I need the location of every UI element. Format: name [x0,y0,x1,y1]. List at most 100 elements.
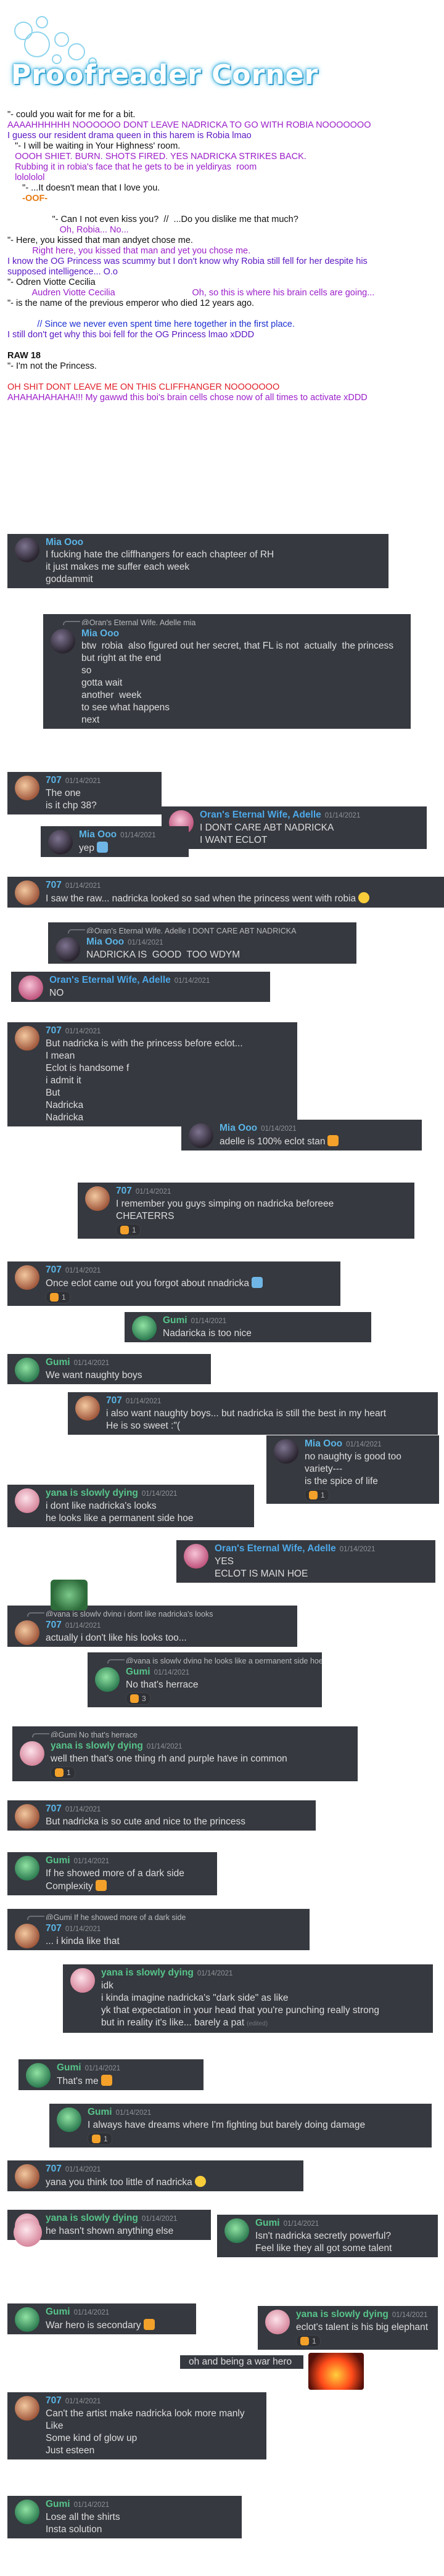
avatar[interactable] [15,1856,39,1881]
avatar[interactable] [15,1488,39,1513]
avatar[interactable] [265,2310,290,2334]
message-text: Insta solution [46,2524,102,2535]
username[interactable]: Gumi [46,2499,70,2509]
avatar[interactable] [15,776,39,800]
reaction-button[interactable]: 1 [116,1224,141,1236]
avatar[interactable] [189,1123,213,1148]
username[interactable]: 707 [116,1186,132,1196]
avatar[interactable] [15,1620,39,1645]
reaction-count: 3 [142,1694,146,1703]
note-line: AHAHAHAHAHA!!! My gawwd this boi's brain… [7,393,368,403]
avatar[interactable] [224,2218,249,2243]
username[interactable]: yana is slowly dying [101,1967,194,1978]
reaction-button[interactable]: 1 [46,1291,70,1303]
avatar[interactable] [15,1924,39,1948]
reaction-button[interactable]: 1 [305,1489,329,1501]
username[interactable]: 707 [46,1265,62,1275]
avatar[interactable] [15,2307,39,2332]
username[interactable]: 707 [46,2395,62,2406]
avatar[interactable] [75,1396,100,1421]
reaction-button[interactable]: 1 [51,1766,75,1779]
avatar[interactable] [274,1439,298,1464]
avatar[interactable] [18,975,43,1000]
username[interactable]: 707 [46,1025,62,1036]
username[interactable]: Oran's Eternal Wife, Adelle [49,975,171,985]
avatar[interactable] [57,2107,81,2132]
username[interactable]: Gumi [57,2062,81,2073]
username[interactable]: 707 [46,775,62,786]
username[interactable]: Gumi [126,1667,150,1677]
username[interactable]: yana is slowly dying [46,2213,138,2223]
fire-gif[interactable] [308,2353,364,2390]
avatar[interactable] [15,538,39,562]
avatar[interactable] [26,2063,51,2088]
chat-message: @Oran's Eternal Wife, Adelle mia Mia Ooo b… [43,614,411,729]
avatar[interactable] [184,1544,208,1569]
avatar[interactable] [15,2500,39,2524]
avatar[interactable] [48,830,73,855]
avatar[interactable] [20,1741,44,1766]
message-text: Nadaricka is too nice [163,1328,252,1339]
username[interactable]: Mia Ooo [86,937,124,947]
username[interactable]: Oran's Eternal Wife, Adelle [215,1543,336,1554]
avatar[interactable] [15,1358,39,1382]
reaction-button[interactable]: 3 [126,1692,150,1705]
avatar[interactable] [15,1804,39,1829]
note-line: "- is the name of the previous emperor w… [7,298,255,308]
avatar[interactable] [15,1026,39,1051]
avatar[interactable] [15,1265,39,1290]
username[interactable]: 707 [46,1803,62,1814]
emoji-icon [358,892,370,903]
avatar[interactable] [85,1186,110,1211]
username[interactable]: yana is slowly dying [51,1741,143,1751]
chat-message: 707 01/14/2021 The one is it chp 38? [7,772,162,814]
avatar[interactable] [15,2164,39,2189]
message-text: next [81,715,100,725]
sticker-image[interactable] [51,1580,88,1610]
chat-message: @Gumi If he showed more of a dark side 70… [7,1909,310,1950]
chat-message: Oran's Eternal Wife, Adelle 01/14/2021 NO [11,972,270,1002]
message-text: variety--- [305,1464,343,1474]
reply-preview[interactable]: @Gumi No that's herrace [12,1726,358,1737]
note-line: I know the OG Princess was scummy but I … [7,256,368,266]
username[interactable]: 707 [46,2164,62,2174]
reply-preview[interactable]: @Oran's Eternal Wife, Adelle mia [43,614,411,625]
username[interactable]: 707 [106,1395,122,1406]
reply-preview[interactable]: @yana is slowly dying he looks like a pe… [88,1652,322,1663]
reaction-button[interactable]: 1 [296,2335,321,2347]
username[interactable]: Oran's Eternal Wife, Adelle [200,810,321,820]
username[interactable]: Gumi [163,1315,187,1326]
timestamp: 01/14/2021 [141,1490,178,1498]
avatar[interactable] [15,880,39,905]
username[interactable]: Mia Ooo [305,1438,342,1449]
emoji-icon [194,2176,206,2187]
username[interactable]: 707 [46,1923,62,1934]
username[interactable]: Mia Ooo [79,829,117,840]
chat-message: 707 01/14/2021 i also want naughty boys...… [68,1392,438,1435]
avatar[interactable] [95,1667,120,1692]
avatar[interactable] [56,937,80,962]
reply-preview[interactable]: @Oran's Eternal Wife, Adelle I DONT CARE… [48,922,356,933]
username[interactable]: yana is slowly dying [46,1488,138,1498]
username[interactable]: Gumi [255,2218,280,2228]
avatar[interactable] [132,1316,157,1340]
reply-preview[interactable]: @Gumi If he showed more of a dark side [7,1909,310,1920]
username[interactable]: Mia Ooo [46,537,83,548]
timestamp: 01/14/2021 [65,777,101,785]
edited-tag: (edited) [247,2020,268,2027]
username[interactable]: 707 [46,880,62,890]
username[interactable]: Gumi [46,2307,70,2317]
timestamp: 01/14/2021 [283,2220,319,2228]
avatar[interactable] [70,1968,95,1993]
avatar[interactable] [15,2396,39,2421]
username[interactable]: Gumi [46,1855,70,1866]
avatar[interactable] [51,629,75,654]
username[interactable]: Gumi [46,1357,70,1368]
username[interactable]: Gumi [88,2107,112,2117]
username[interactable]: Mia Ooo [81,628,119,639]
username[interactable]: yana is slowly dying [296,2309,388,2320]
username[interactable]: 707 [46,1620,62,1630]
avatar[interactable] [14,2218,42,2247]
username[interactable]: Mia Ooo [220,1123,257,1133]
reaction-button[interactable]: 1 [88,2133,112,2145]
